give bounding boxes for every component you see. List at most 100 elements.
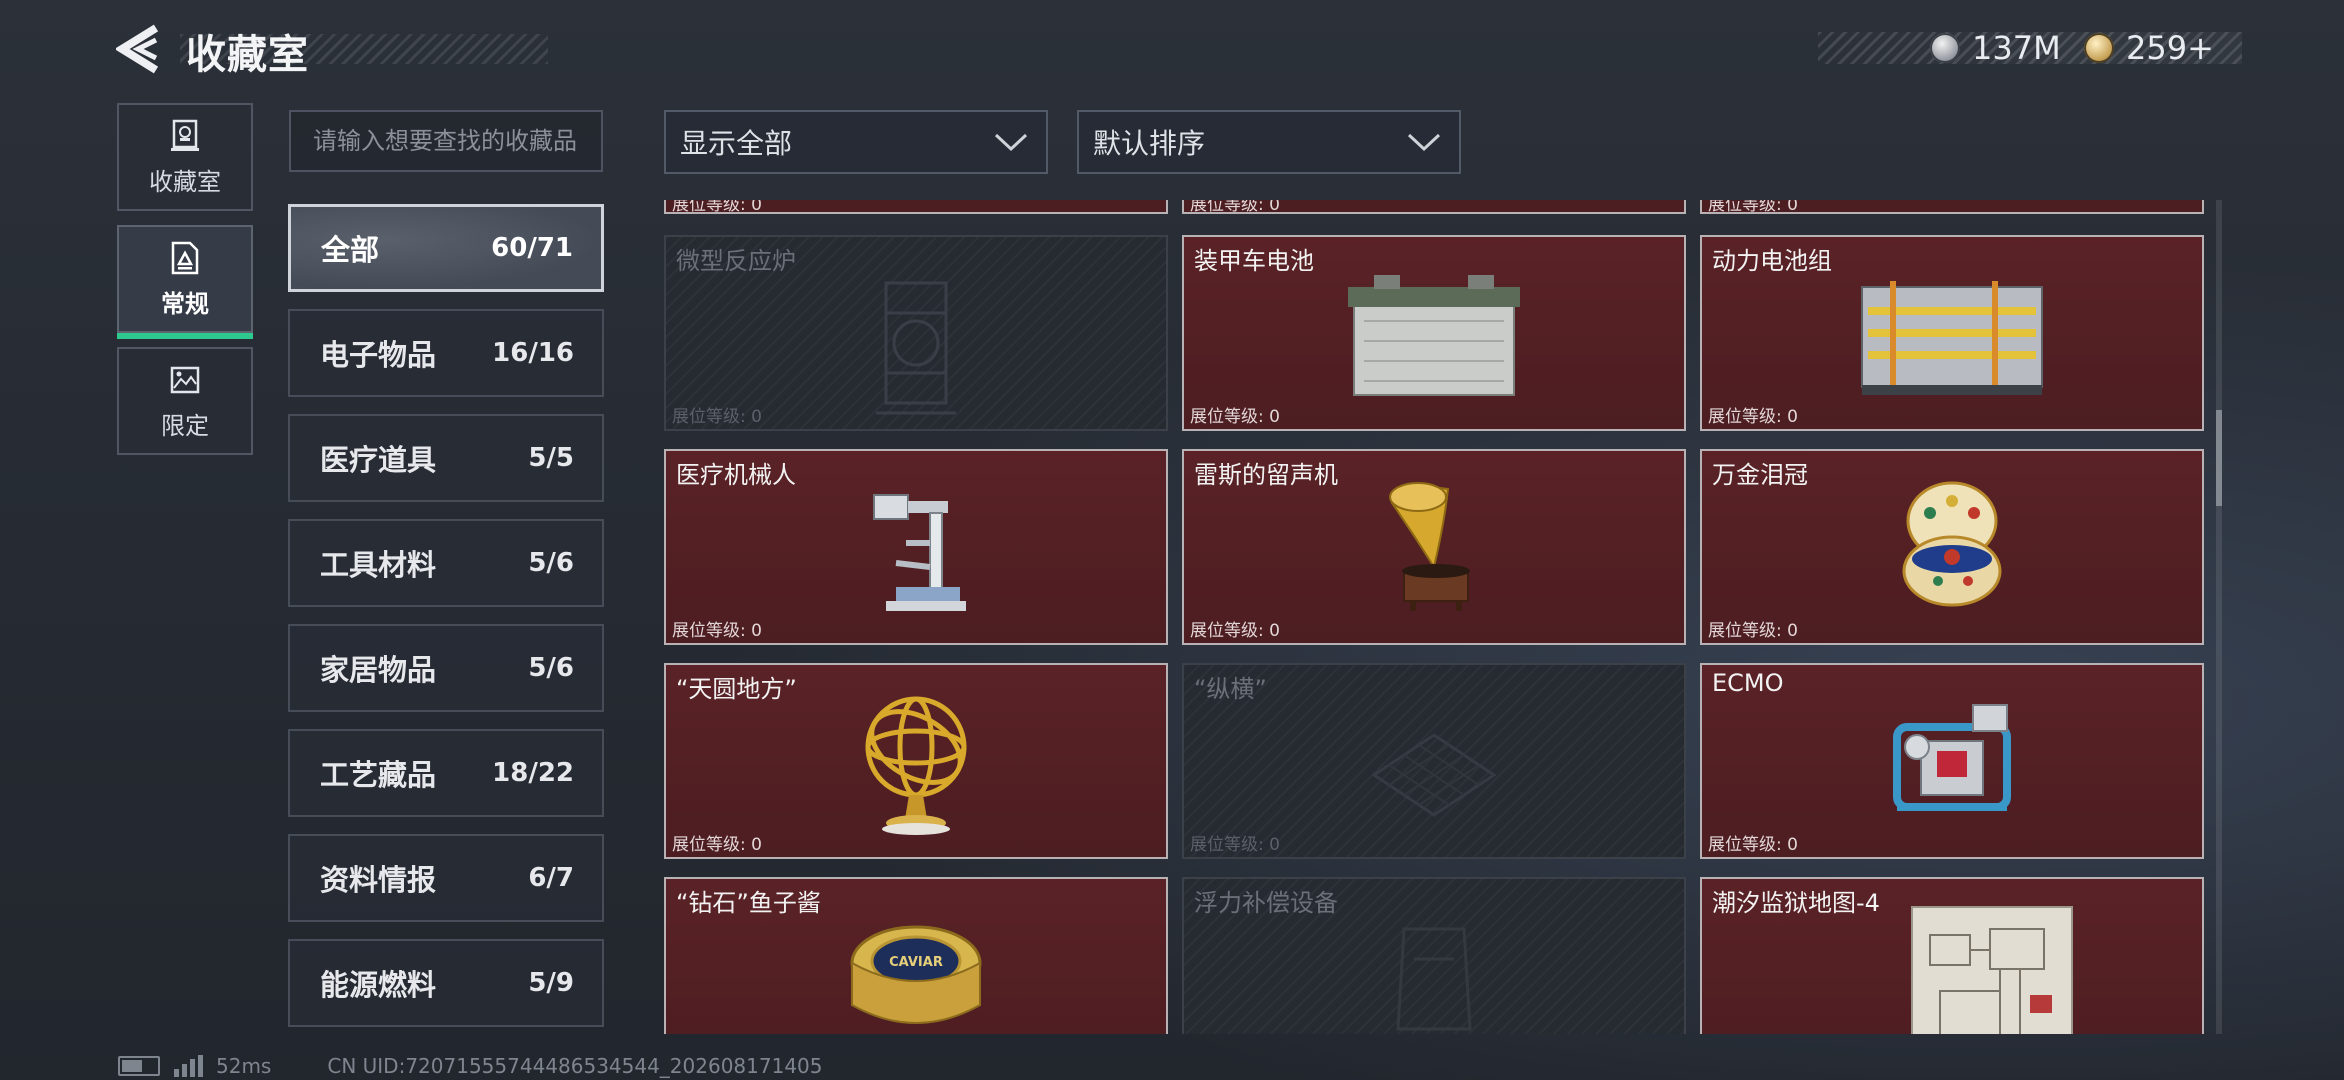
currency-gold[interactable]: 259+ <box>2084 28 2214 68</box>
caviar-tin-icon: CAVIAR <box>850 925 982 1024</box>
item-name: 雷斯的留声机 <box>1194 461 1338 489</box>
category-count: 5/5 <box>528 443 574 473</box>
item-name: “天圆地方” <box>676 675 797 703</box>
booth-level: 展位等级: 0 <box>1708 621 1798 641</box>
limited-image-icon <box>170 366 200 393</box>
chevron-down-icon <box>1407 133 1441 152</box>
item-name: 微型反应炉 <box>676 247 796 275</box>
collection-card[interactable]: “天圆地方” 展位等级: 0 <box>664 663 1168 859</box>
booth-level: 展位等级: 0 <box>1708 835 1798 855</box>
battery-pack-icon <box>1861 281 2043 395</box>
category-name: 全部 <box>321 233 380 267</box>
category-count: 5/6 <box>528 548 574 578</box>
scrollbar-thumb[interactable] <box>2216 410 2222 506</box>
chevron-down-icon <box>994 133 1028 152</box>
category-all[interactable]: 全部 60/71 <box>288 204 604 292</box>
back-arrow-icon[interactable] <box>116 24 162 74</box>
grid-scrollbar[interactable] <box>2216 200 2222 1034</box>
category-count: 18/22 <box>492 758 574 788</box>
collection-card[interactable]: CAVIAR “钻石”鱼子酱 展位等级: 0 <box>664 877 1168 1034</box>
category-name: 家居物品 <box>320 653 437 687</box>
silver-coin-icon <box>1930 33 1960 63</box>
collection-card[interactable]: 医疗机械人 展位等级: 0 <box>664 449 1168 645</box>
jeweled-egg-icon <box>1902 481 2002 607</box>
category-name: 电子物品 <box>320 338 437 372</box>
armillary-sphere-icon <box>865 696 967 835</box>
user-uid: CN UID:72071555744486534544_202608171405 <box>327 1054 823 1078</box>
category-electronics[interactable]: 电子物品 16/16 <box>288 309 604 397</box>
collection-card[interactable]: 动力电池组 展位等级: 0 <box>1700 235 2204 431</box>
category-intel[interactable]: 资料情报 6/7 <box>288 834 604 922</box>
partial-card: 展位等级: 0 <box>1700 200 2204 214</box>
item-name: 万金泪冠 <box>1712 461 1808 489</box>
collection-card[interactable]: 浮力补偿设备 展位等级: 0 <box>1182 877 1686 1034</box>
search-box <box>289 110 603 172</box>
category-name: 工具材料 <box>320 548 437 582</box>
filter-value: 显示全部 <box>680 127 793 160</box>
booth-level: 展位等级: 0 <box>1190 621 1280 641</box>
collection-card[interactable]: 微型反应炉 展位等级: 0 <box>664 235 1168 431</box>
collection-grid[interactable]: 展位等级: 0 展位等级: 0 展位等级: 0 微型反应炉 展位等级: 0 装甲… <box>662 200 2210 1034</box>
map-icon <box>1911 906 2073 1034</box>
signal-icon <box>174 1055 206 1077</box>
filter-dropdown[interactable]: 显示全部 <box>664 110 1048 174</box>
battery-icon <box>1348 275 1520 396</box>
sort-dropdown[interactable]: 默认排序 <box>1077 110 1461 174</box>
collection-card[interactable]: 潮汐监狱地图-4 <box>1700 877 2204 1034</box>
tab-limited[interactable]: 限定 <box>117 347 253 455</box>
item-name: 医疗机械人 <box>676 461 796 489</box>
gold-amount: 259+ <box>2126 29 2214 67</box>
partial-card: 展位等级: 0 <box>1182 200 1686 214</box>
caviar-tin-text: CAVIAR <box>889 955 943 970</box>
collection-card[interactable]: “纵横” 展位等级: 0 <box>1182 663 1686 859</box>
chessboard-icon <box>1371 733 1497 817</box>
buoyancy-device-icon <box>1396 927 1472 1031</box>
tab-collection-room[interactable]: 收藏室 <box>117 103 253 211</box>
category-medical[interactable]: 医疗道具 5/5 <box>288 414 604 502</box>
ecmo-machine-icon <box>1893 704 2011 811</box>
search-input[interactable] <box>291 112 601 170</box>
tab-label: 收藏室 <box>149 167 221 196</box>
item-name: “钻石”鱼子酱 <box>676 889 821 917</box>
booth-level: 展位等级: 0 <box>672 835 762 855</box>
category-count: 16/16 <box>492 338 574 368</box>
category-crafts[interactable]: 工艺藏品 18/22 <box>288 729 604 817</box>
booth-level: 展位等级: 0 <box>1190 835 1280 855</box>
page-title: 收藏室 <box>186 32 309 78</box>
battery-icon <box>118 1056 160 1076</box>
document-icon <box>171 241 199 274</box>
collection-card[interactable]: 雷斯的留声机 展位等级: 0 <box>1182 449 1686 645</box>
category-name: 医疗道具 <box>320 443 437 477</box>
category-count: 5/6 <box>528 653 574 683</box>
category-count: 60/71 <box>491 233 573 263</box>
category-name: 能源燃料 <box>320 968 437 1002</box>
status-footer: 52ms CN UID:72071555744486534544_2026081… <box>118 1054 823 1078</box>
category-count: 5/9 <box>528 968 574 998</box>
category-household[interactable]: 家居物品 5/6 <box>288 624 604 712</box>
category-name: 资料情报 <box>320 863 437 897</box>
category-energy[interactable]: 能源燃料 5/9 <box>288 939 604 1027</box>
category-tools[interactable]: 工具材料 5/6 <box>288 519 604 607</box>
item-name: 潮汐监狱地图-4 <box>1712 889 1880 917</box>
category-count: 6/7 <box>528 863 574 893</box>
tab-label: 限定 <box>161 411 209 440</box>
booth-level: 展位等级: 0 <box>672 407 762 427</box>
item-name: 动力电池组 <box>1712 247 1832 275</box>
item-name: ECMO <box>1712 669 1784 697</box>
gramophone-icon <box>1389 482 1470 611</box>
currency-silver: 137M <box>1930 28 2061 68</box>
silver-amount: 137M <box>1972 29 2061 67</box>
tab-regular[interactable]: 常规 <box>117 225 253 339</box>
collection-card[interactable]: ECMO 展位等级: 0 <box>1700 663 2204 859</box>
category-name: 工艺藏品 <box>320 758 437 792</box>
item-name: 装甲车电池 <box>1194 247 1314 275</box>
collection-card[interactable]: 万金泪冠 展位等级: 0 <box>1700 449 2204 645</box>
tab-label: 常规 <box>161 289 209 318</box>
booth-level: 展位等级: 0 <box>1190 407 1280 427</box>
ping-value: 52ms <box>216 1054 272 1078</box>
partial-card: 展位等级: 0 <box>664 200 1168 214</box>
sort-value: 默认排序 <box>1093 127 1206 160</box>
collection-card[interactable]: 装甲车电池 展位等级: 0 <box>1182 235 1686 431</box>
item-name: 浮力补偿设备 <box>1194 889 1338 917</box>
reactor-icon <box>876 281 956 415</box>
